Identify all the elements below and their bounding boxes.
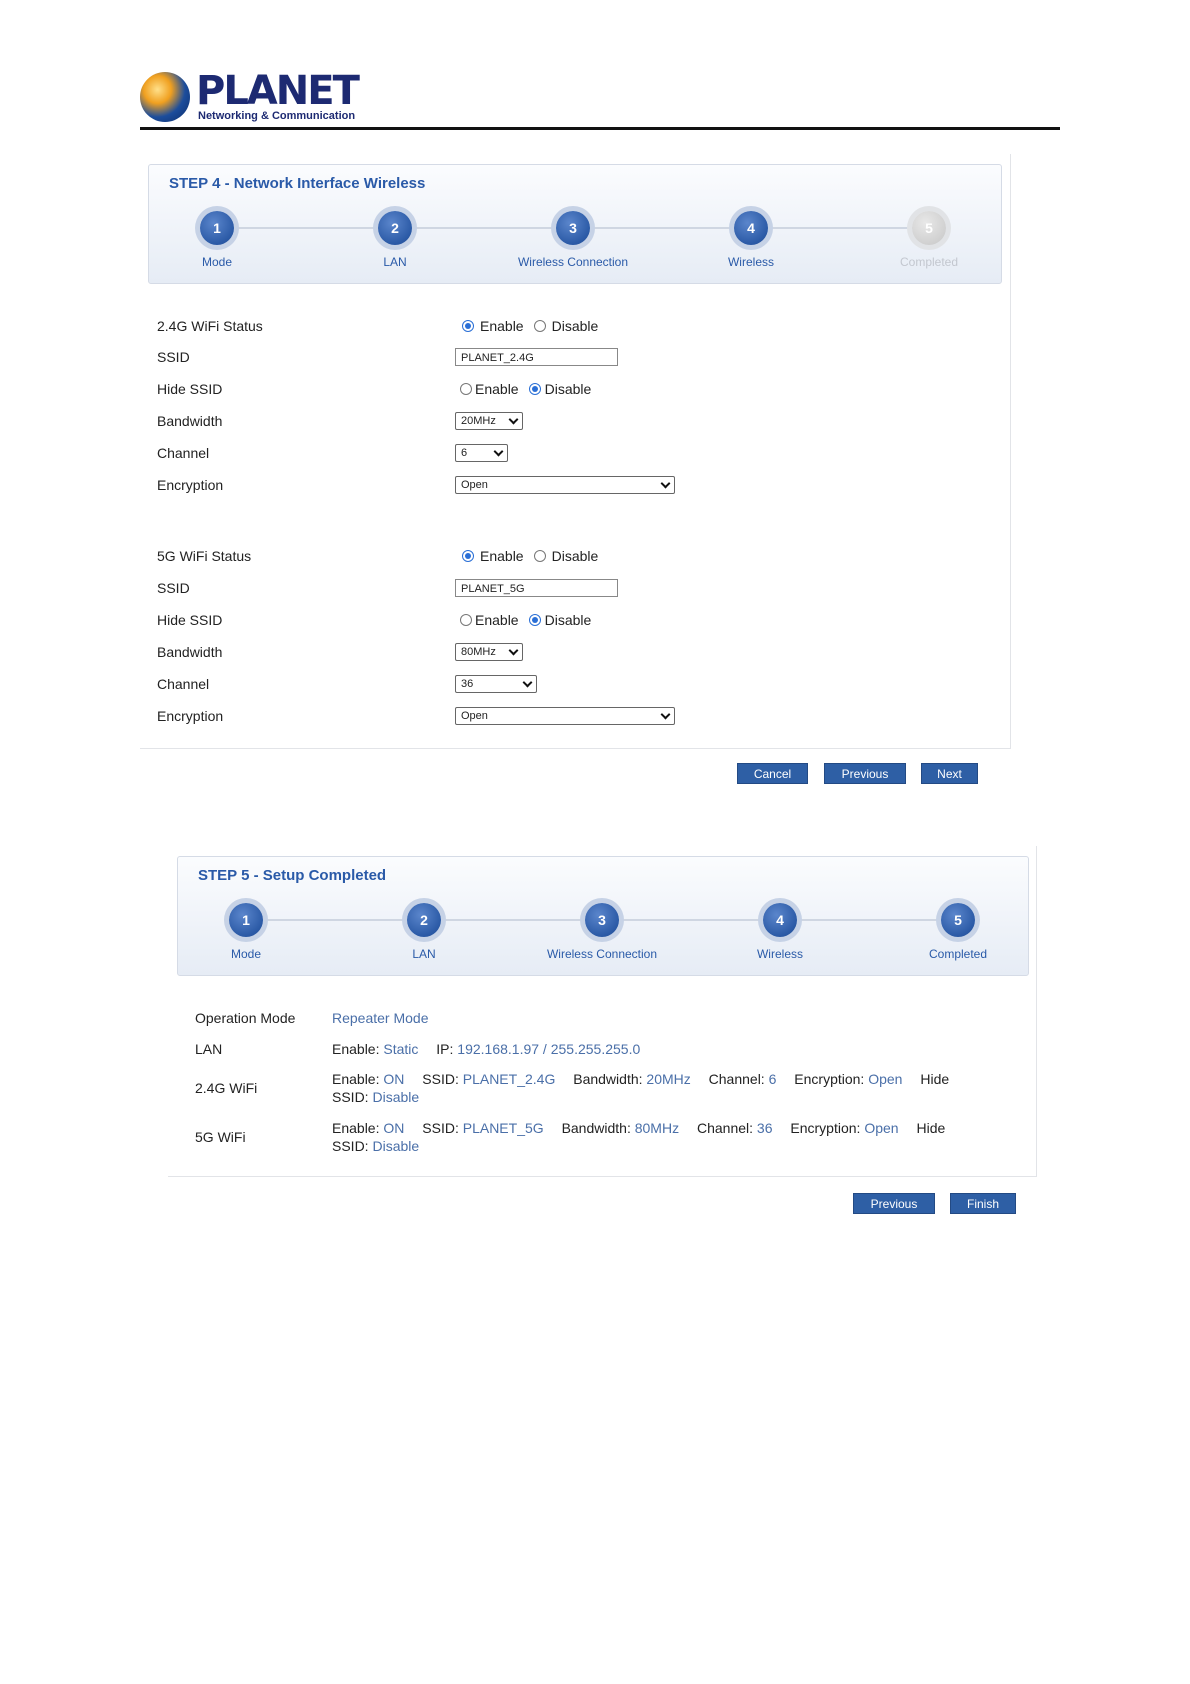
step4-step-lan: 2 LAN [335, 211, 455, 269]
wifi24-channel-label: Channel [157, 445, 210, 461]
step5-step-wireless: 4 Wireless [720, 903, 840, 961]
wifi5-hide-ssid-radios: Enable Disable [460, 612, 601, 628]
wifi24-hide-disable-radio[interactable] [528, 383, 541, 395]
globe-logo-icon [140, 72, 190, 122]
step5-step-wireless-connection: 3 Wireless Connection [542, 903, 662, 961]
step5-title: STEP 5 - Setup Completed [198, 867, 387, 884]
wifi24-hide-ssid-label: Hide SSID [157, 381, 223, 397]
chevron-down-icon [660, 478, 671, 489]
wifi24-ssid-input[interactable]: PLANET_2.4G [455, 348, 618, 366]
wifi5-hide-enable-radio[interactable] [460, 614, 472, 626]
chevron-down-icon [508, 645, 519, 656]
lan-summary-value: Enable: Static IP: 192.168.1.97 / 255.25… [332, 1041, 641, 1057]
header-divider [140, 127, 1060, 130]
chevron-down-icon [508, 414, 519, 425]
wifi5-hide-ssid-label: Hide SSID [157, 612, 223, 628]
wifi24-status-label: 2.4G WiFi Status [157, 318, 263, 334]
operation-mode-value: Repeater Mode [332, 1010, 429, 1026]
lan-summary-label: LAN [195, 1041, 223, 1057]
wifi5-status-label: 5G WiFi Status [157, 548, 252, 564]
wifi24-hide-enable-radio[interactable] [460, 383, 472, 395]
brand-tagline: Networking & Communication [198, 110, 356, 122]
wifi5-hide-disable-radio[interactable] [528, 614, 541, 626]
step4-step-wireless: 4 Wireless [691, 211, 811, 269]
step4-previous-button[interactable]: Previous [824, 763, 906, 784]
wifi5-bandwidth-label: Bandwidth [157, 644, 223, 660]
wifi5-encryption-label: Encryption [157, 708, 224, 724]
wifi5-ssid-input[interactable]: PLANET_5G [455, 579, 618, 597]
chevron-down-icon [522, 677, 533, 688]
wifi24-bandwidth-label: Bandwidth [157, 413, 223, 429]
wifi24-hide-ssid-radios: Enable Disable [460, 381, 601, 397]
brand-name: PLANET [196, 68, 360, 114]
wifi5-status-enable-radio[interactable] [462, 550, 474, 562]
wifi24-ssid-label: SSID [157, 349, 190, 365]
step4-step-mode: 1 Mode [157, 211, 277, 269]
step4-progress-box: STEP 4 - Network Interface Wireless 1 Mod… [148, 164, 1002, 284]
step4-title: STEP 4 - Network Interface Wireless [169, 175, 426, 192]
wifi24-status-radios: Enable Disable [462, 318, 608, 334]
wifi24-bandwidth-select[interactable]: 20MHz [455, 412, 523, 430]
wifi24-summary-label: 2.4G WiFi [195, 1080, 258, 1096]
step4-step-completed: 5 Completed [869, 211, 989, 269]
step5-progress-box: STEP 5 - Setup Completed 1 Mode 2 LAN 3 Wir… [177, 856, 1029, 976]
wifi24-summary-line1: Enable: ON SSID: PLANET_2.4G Bandwidth: … [332, 1071, 950, 1087]
wifi5-bandwidth-select[interactable]: 80MHz [455, 643, 523, 661]
wifi5-summary-line2: SSID: Disable [332, 1138, 420, 1154]
wifi5-summary-label: 5G WiFi [195, 1129, 246, 1145]
step4-step-wireless-connection: 3 Wireless Connection [513, 211, 633, 269]
wifi5-status-radios: Enable Disable [462, 548, 608, 564]
step5-step-completed: 5 Completed [898, 903, 1018, 961]
cancel-button[interactable]: Cancel [737, 763, 808, 784]
step5-step-lan: 2 LAN [364, 903, 484, 961]
wifi24-status-enable-radio[interactable] [462, 320, 474, 332]
wifi5-ssid-label: SSID [157, 580, 190, 596]
step5-previous-button[interactable]: Previous [853, 1193, 935, 1214]
wifi24-summary-line2: SSID: Disable [332, 1089, 420, 1105]
wifi5-encryption-select[interactable]: Open [455, 707, 675, 725]
operation-mode-label: Operation Mode [195, 1010, 296, 1026]
next-button[interactable]: Next [921, 763, 978, 784]
planet-logo: PLANET Networking & Communication [140, 70, 360, 126]
wifi24-encryption-select[interactable]: Open [455, 476, 675, 494]
finish-button[interactable]: Finish [950, 1193, 1016, 1214]
wifi5-status-disable-radio[interactable] [533, 550, 546, 562]
wifi24-status-disable-radio[interactable] [533, 320, 546, 332]
chevron-down-icon [493, 446, 504, 457]
wifi24-channel-select[interactable]: 6 [455, 444, 508, 462]
chevron-down-icon [660, 709, 671, 720]
wifi24-encryption-label: Encryption [157, 477, 224, 493]
wifi5-channel-select[interactable]: 36 [455, 675, 537, 693]
step5-step-mode: 1 Mode [186, 903, 306, 961]
wifi5-channel-label: Channel [157, 676, 210, 692]
wifi5-summary-line1: Enable: ON SSID: PLANET_5G Bandwidth: 80… [332, 1120, 946, 1136]
